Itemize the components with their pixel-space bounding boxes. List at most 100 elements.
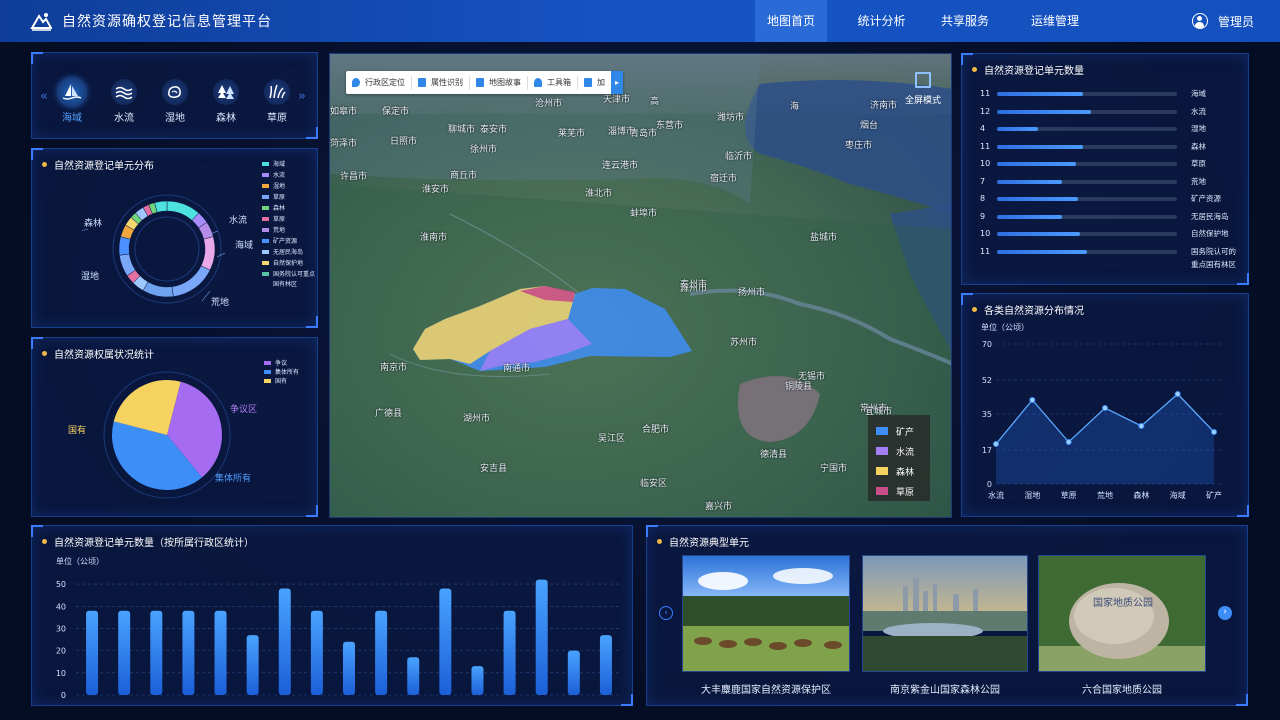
city-label[interactable]: 泰安市 [480,122,507,135]
city-label[interactable]: 保定市 [382,104,409,117]
legend-item[interactable]: 森林 [262,203,285,212]
bar[interactable] [567,650,580,695]
unit-count-bar[interactable] [997,197,1078,201]
city-label[interactable]: 合肥市 [642,422,669,435]
tool-add[interactable]: 加 [578,76,611,90]
city-label[interactable]: 青岛市 [630,126,657,139]
tool-attribute-identify[interactable]: 属性识别 [412,75,470,90]
tool-admin-locate[interactable]: 行政区定位 [346,75,412,90]
city-label[interactable]: 广德县 [375,406,402,419]
legend-item[interactable]: 国有林区 [262,279,297,288]
city-label[interactable]: 盐城市 [810,230,837,243]
bar[interactable] [246,635,259,695]
map-view[interactable]: 如皋市 保定市 沧州市 天津市高海济南市 聊城市 泰安市 莱芜市 淄博市 东营市 潍坊市 烟台 菏泽市… [329,53,952,518]
nav-map-home[interactable]: 地图首页 [755,0,827,42]
wetland-icon[interactable] [162,79,188,105]
bar[interactable] [86,610,99,695]
gallery-next-icon[interactable]: › [1218,606,1232,620]
city-label[interactable]: 湖州市 [463,411,490,424]
city-label[interactable]: 嘉兴市 [705,499,732,512]
donut-segment[interactable] [118,236,131,256]
resource-label-sea[interactable]: 海域 [52,109,92,124]
unit-count-bar[interactable] [997,127,1039,131]
legend-item[interactable]: 矿产资源 [262,236,297,245]
resource-label-forest[interactable]: 森林 [206,109,246,124]
bar[interactable] [150,610,163,695]
city-label[interactable]: 沧州市 [535,96,562,109]
grassland-icon[interactable] [264,79,290,105]
data-point[interactable] [1029,397,1036,403]
city-label[interactable]: 临安区 [640,476,667,489]
resource-label-water[interactable]: 水流 [104,109,144,124]
city-label[interactable]: 淮安市 [422,182,449,195]
city-label[interactable]: 宿迁市 [710,171,737,184]
city-label[interactable]: 吴江区 [598,431,625,444]
data-point[interactable] [1211,429,1217,435]
city-label[interactable]: 许昌市 [340,169,367,182]
elk-reserve-image[interactable] [682,555,850,672]
legend-item[interactable]: 国有 [264,376,299,385]
legend-item[interactable]: 无居民海岛 [262,247,303,256]
tool-toolbox[interactable]: 工具箱 [528,75,578,90]
prev-arrow[interactable]: « [40,89,48,104]
city-label[interactable]: 滁州市 [680,281,707,294]
unit-count-bar[interactable] [997,144,1084,149]
bar[interactable] [182,610,195,695]
city-label[interactable]: 如皋市 [330,104,357,117]
bar[interactable] [471,666,484,695]
legend-item[interactable]: 集体所有 [264,367,299,376]
city-label[interactable]: 淮南市 [420,230,447,243]
legend-item[interactable]: 荒地 [262,225,285,234]
bar[interactable] [535,579,548,695]
city-label[interactable]: 东营市 [656,118,683,131]
city-label[interactable]: 商丘市 [450,168,477,181]
legend-item[interactable]: 国务院认可重点 [262,269,315,278]
donut-segment[interactable] [200,236,216,271]
city-label[interactable]: 南京市 [380,360,407,373]
gallery-prev-icon[interactable]: ‹ [659,606,673,620]
resource-label-grassland[interactable]: 草原 [257,109,297,124]
sea-icon[interactable] [59,79,85,105]
data-point[interactable] [1102,405,1108,411]
city-label[interactable]: 德清县 [760,447,787,460]
city-label[interactable]: 蚌埠市 [630,206,657,219]
city-label[interactable]: 扬州市 [738,285,765,298]
legend-item[interactable]: 湿地 [262,181,285,190]
forest-icon[interactable] [213,79,239,105]
data-point[interactable] [1065,439,1072,445]
bar[interactable] [439,588,452,695]
next-arrow[interactable]: » [298,89,306,104]
nav-operations[interactable]: 运维管理 [1000,0,1110,42]
legend-item[interactable]: 海域 [262,159,285,168]
legend-item[interactable]: 草原 [262,192,285,201]
city-label[interactable]: 潍坊市 [717,110,744,123]
bar[interactable] [310,610,323,695]
city-label[interactable]: 济南市 [870,98,897,111]
data-point[interactable] [1138,423,1145,429]
city-label[interactable]: 菏泽市 [330,136,357,149]
city-label[interactable]: 烟台 [860,118,878,131]
legend-item[interactable]: 自然保护地 [262,258,303,267]
unit-count-bar[interactable] [997,214,1062,219]
city-label[interactable]: 苏州市 [730,335,757,348]
unit-count-bar[interactable] [997,92,1084,96]
legend-item[interactable]: 争议 [264,358,299,367]
city-label[interactable]: 莱芜市 [558,126,585,139]
legend-item[interactable]: 草原 [262,214,285,223]
city-label[interactable]: 高 [650,94,659,107]
unit-count-bar[interactable] [997,109,1091,114]
toolbar-expand-icon[interactable]: ▸ [611,71,623,94]
bar[interactable] [214,610,227,695]
city-label[interactable]: 临沂市 [725,149,752,162]
data-point[interactable] [1174,391,1181,397]
bar[interactable] [278,588,291,695]
tool-map-story[interactable]: 地图故事 [470,75,528,90]
donut-segment[interactable] [142,281,174,298]
city-label[interactable]: 聊城市 [448,122,475,135]
city-label[interactable]: 枣庄市 [845,138,872,151]
nav-share-service[interactable]: 共享服务 [930,0,1000,42]
nav-statistics[interactable]: 统计分析 [833,0,930,42]
city-label[interactable]: 日照市 [390,134,417,147]
luhe-geopark-image[interactable]: 国家地质公园 [1038,555,1206,672]
water-flow-icon[interactable] [111,79,137,105]
